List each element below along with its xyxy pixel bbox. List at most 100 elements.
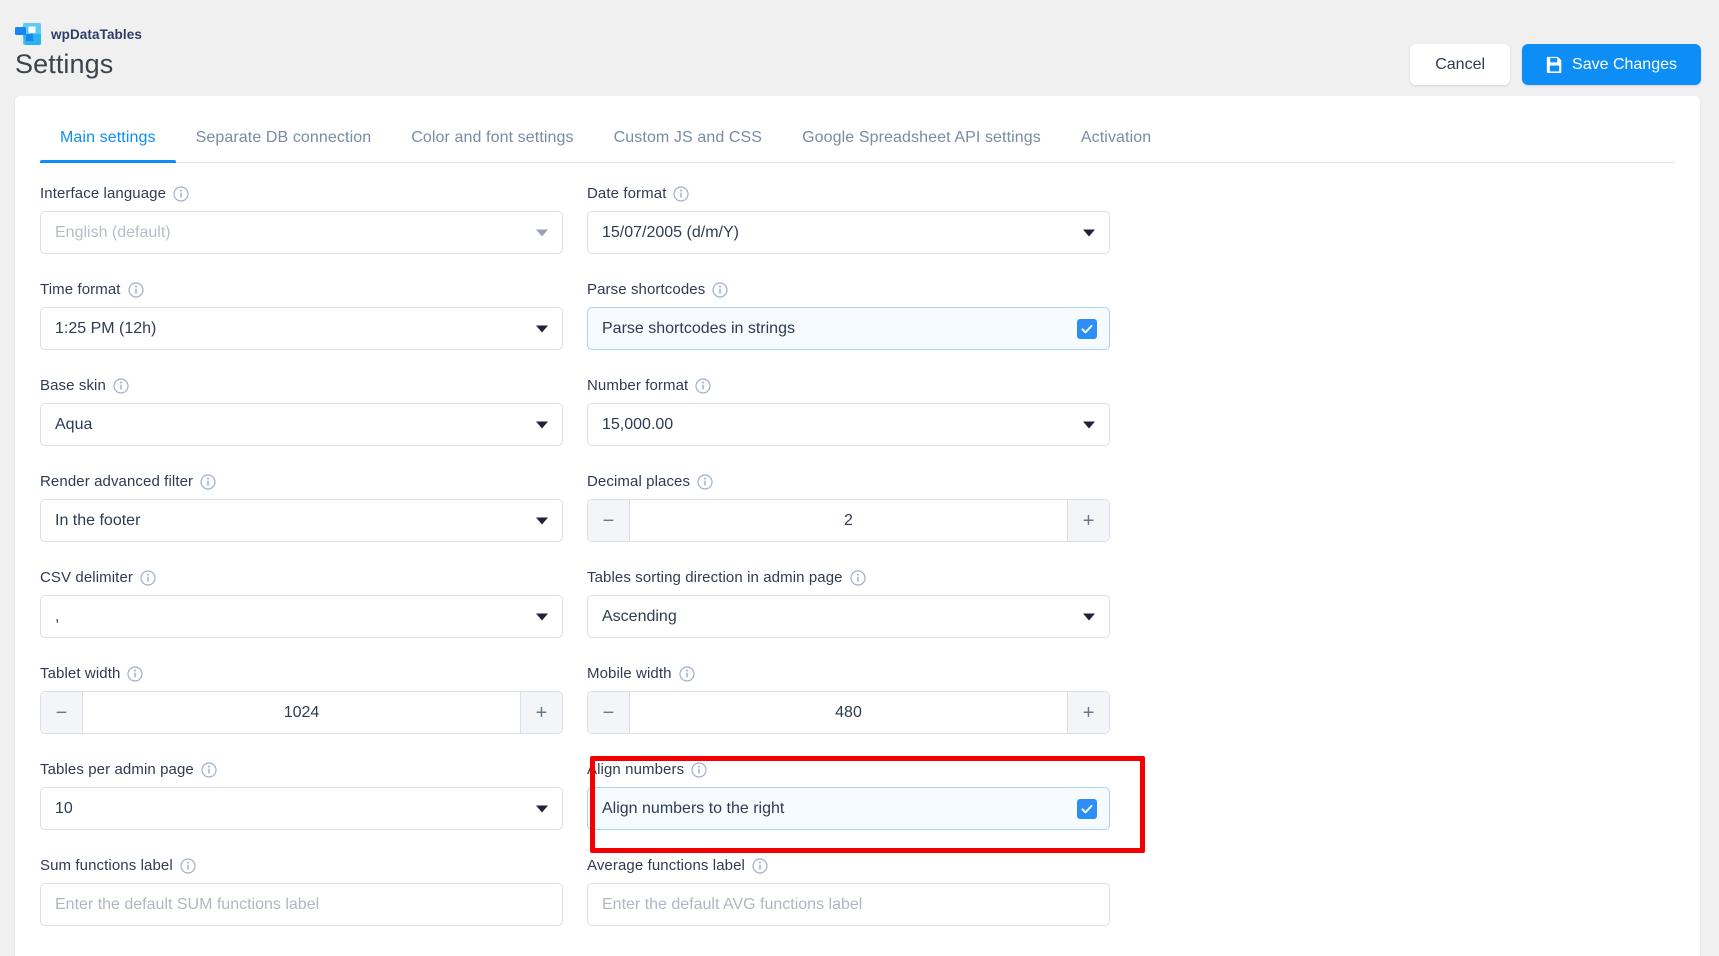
info-circle-icon[interactable]: [201, 761, 217, 778]
info-circle-icon[interactable]: [850, 569, 866, 586]
tab-activation[interactable]: Activation: [1061, 129, 1171, 163]
tab-custom-js-and-css[interactable]: Custom JS and CSS: [594, 129, 782, 163]
tab-separate-db-connection[interactable]: Separate DB connection: [176, 129, 392, 163]
mobile-width-value[interactable]: 480: [630, 692, 1067, 733]
label-sum-functions-label: Sum functions label: [40, 857, 563, 874]
date-format-label-text: Date format: [587, 185, 667, 202]
number-format-select[interactable]: 15,000.00: [587, 403, 1110, 446]
save-changes-button[interactable]: Save Changes: [1522, 44, 1701, 85]
chevron-down-icon: [1083, 229, 1095, 236]
sum-functions-label-input[interactable]: Enter the default SUM functions label: [40, 883, 563, 926]
page-title: Settings: [15, 49, 114, 79]
decimal-places-increment-button[interactable]: +: [1067, 500, 1109, 541]
tables-per-admin-page-select[interactable]: 10: [40, 787, 563, 830]
csv-delimiter-label-text: CSV delimiter: [40, 569, 133, 586]
tab-main-settings[interactable]: Main settings: [40, 129, 176, 163]
render-advanced-filter-label-text: Render advanced filter: [40, 473, 194, 490]
base-skin-label-text: Base skin: [40, 377, 106, 394]
info-circle-icon[interactable]: [180, 857, 196, 874]
info-circle-icon[interactable]: [752, 857, 768, 874]
field-align-numbers: Align numbers Align numbers to the right: [587, 761, 1110, 830]
info-circle-icon[interactable]: [691, 761, 707, 778]
mobile-width-stepper[interactable]: − 480 +: [587, 691, 1110, 734]
base-skin-select[interactable]: Aqua: [40, 403, 563, 446]
top-actions: Cancel Save Changes: [1410, 44, 1701, 85]
info-circle-icon[interactable]: [173, 185, 189, 202]
parse-shortcodes-checkbox[interactable]: [1077, 318, 1097, 339]
tablet-width-stepper[interactable]: − 1024 +: [40, 691, 563, 734]
info-circle-icon[interactable]: [127, 665, 144, 682]
info-circle-icon[interactable]: [712, 281, 728, 298]
csv-delimiter-value: ,: [55, 607, 60, 625]
info-circle-icon[interactable]: [678, 665, 695, 682]
mobile-width-increment-button[interactable]: +: [1067, 692, 1109, 733]
tables-per-admin-page-label-text: Tables per admin page: [40, 761, 194, 778]
field-parse-shortcodes: Parse shortcodes Parse shortcodes in str…: [587, 281, 1110, 350]
label-number-format: Number format: [587, 377, 1110, 394]
field-tables-per-admin-page: Tables per admin page 10: [40, 761, 563, 830]
label-decimal-places: Decimal places: [587, 473, 1110, 490]
tables-sorting-direction-select[interactable]: Ascending: [587, 595, 1110, 638]
tablet-width-decrement-button[interactable]: −: [41, 692, 83, 733]
base-skin-value: Aqua: [55, 415, 93, 433]
field-date-format: Date format 15/07/2005 (d/m/Y): [587, 185, 1110, 254]
tab-google-spreadsheet-api[interactable]: Google Spreadsheet API settings: [782, 129, 1061, 163]
field-time-format: Time format 1:25 PM (12h): [40, 281, 563, 350]
label-csv-delimiter: CSV delimiter: [40, 569, 563, 586]
info-circle-icon[interactable]: [697, 473, 713, 490]
field-number-format: Number format 15,000.00: [587, 377, 1110, 446]
info-circle-icon[interactable]: [673, 185, 690, 202]
label-align-numbers: Align numbers: [587, 761, 1110, 778]
csv-delimiter-select[interactable]: ,: [40, 595, 563, 638]
date-format-select[interactable]: 15/07/2005 (d/m/Y): [587, 211, 1110, 254]
label-interface-language: Interface language: [40, 185, 563, 202]
mobile-width-decrement-button[interactable]: −: [588, 692, 630, 733]
field-decimal-places: Decimal places − 2 +: [587, 473, 1110, 542]
interface-language-select[interactable]: English (default): [40, 211, 563, 254]
chevron-down-icon: [536, 229, 548, 236]
floppy-disk-save-icon: [1546, 56, 1563, 73]
decimal-places-stepper[interactable]: − 2 +: [587, 499, 1110, 542]
mobile-width-label-text: Mobile width: [587, 665, 672, 682]
chevron-down-icon: [536, 325, 548, 332]
info-circle-icon[interactable]: [140, 569, 156, 586]
render-advanced-filter-select[interactable]: In the footer: [40, 499, 563, 542]
average-functions-label-input[interactable]: Enter the default AVG functions label: [587, 883, 1110, 926]
settings-panel: Main settings Separate DB connection Col…: [15, 96, 1700, 956]
brand-name: wpDataTables: [51, 26, 142, 42]
cancel-button[interactable]: Cancel: [1410, 44, 1511, 85]
info-circle-icon[interactable]: [695, 377, 711, 394]
tablet-width-increment-button[interactable]: +: [520, 692, 562, 733]
decimal-places-decrement-button[interactable]: −: [588, 500, 630, 541]
label-time-format: Time format: [40, 281, 563, 298]
label-parse-shortcodes: Parse shortcodes: [587, 281, 1110, 298]
chevron-down-icon: [536, 613, 548, 620]
chevron-down-icon: [536, 421, 548, 428]
decimal-places-value[interactable]: 2: [630, 500, 1067, 541]
interface-language-value: English (default): [55, 223, 171, 241]
field-mobile-width: Mobile width − 480 +: [587, 665, 1110, 734]
field-base-skin: Base skin Aqua: [40, 377, 563, 446]
info-circle-icon[interactable]: [113, 377, 129, 394]
time-format-value: 1:25 PM (12h): [55, 319, 157, 337]
checkmark-icon: [1080, 802, 1094, 816]
save-changes-label: Save Changes: [1572, 55, 1677, 73]
settings-tabs: Main settings Separate DB connection Col…: [40, 109, 1675, 163]
parse-shortcodes-checkbox-row[interactable]: Parse shortcodes in strings: [587, 307, 1110, 350]
info-circle-icon[interactable]: [200, 473, 216, 490]
tables-sorting-direction-label-text: Tables sorting direction in admin page: [587, 569, 843, 586]
parse-shortcodes-label-text: Parse shortcodes: [587, 281, 706, 298]
tablet-width-value[interactable]: 1024: [83, 692, 520, 733]
chevron-down-icon: [536, 517, 548, 524]
align-numbers-checkbox[interactable]: [1077, 798, 1097, 819]
info-circle-icon[interactable]: [127, 281, 144, 298]
brand: wpDataTables: [15, 22, 142, 46]
align-numbers-checkbox-row[interactable]: Align numbers to the right: [587, 787, 1110, 830]
chevron-down-icon: [536, 805, 548, 812]
tables-sorting-direction-value: Ascending: [602, 607, 677, 625]
number-format-value: 15,000.00: [602, 415, 674, 433]
tab-color-and-font-settings[interactable]: Color and font settings: [391, 129, 593, 163]
time-format-select[interactable]: 1:25 PM (12h): [40, 307, 563, 350]
label-tablet-width: Tablet width: [40, 665, 563, 682]
sum-functions-label-placeholder: Enter the default SUM functions label: [55, 895, 320, 913]
